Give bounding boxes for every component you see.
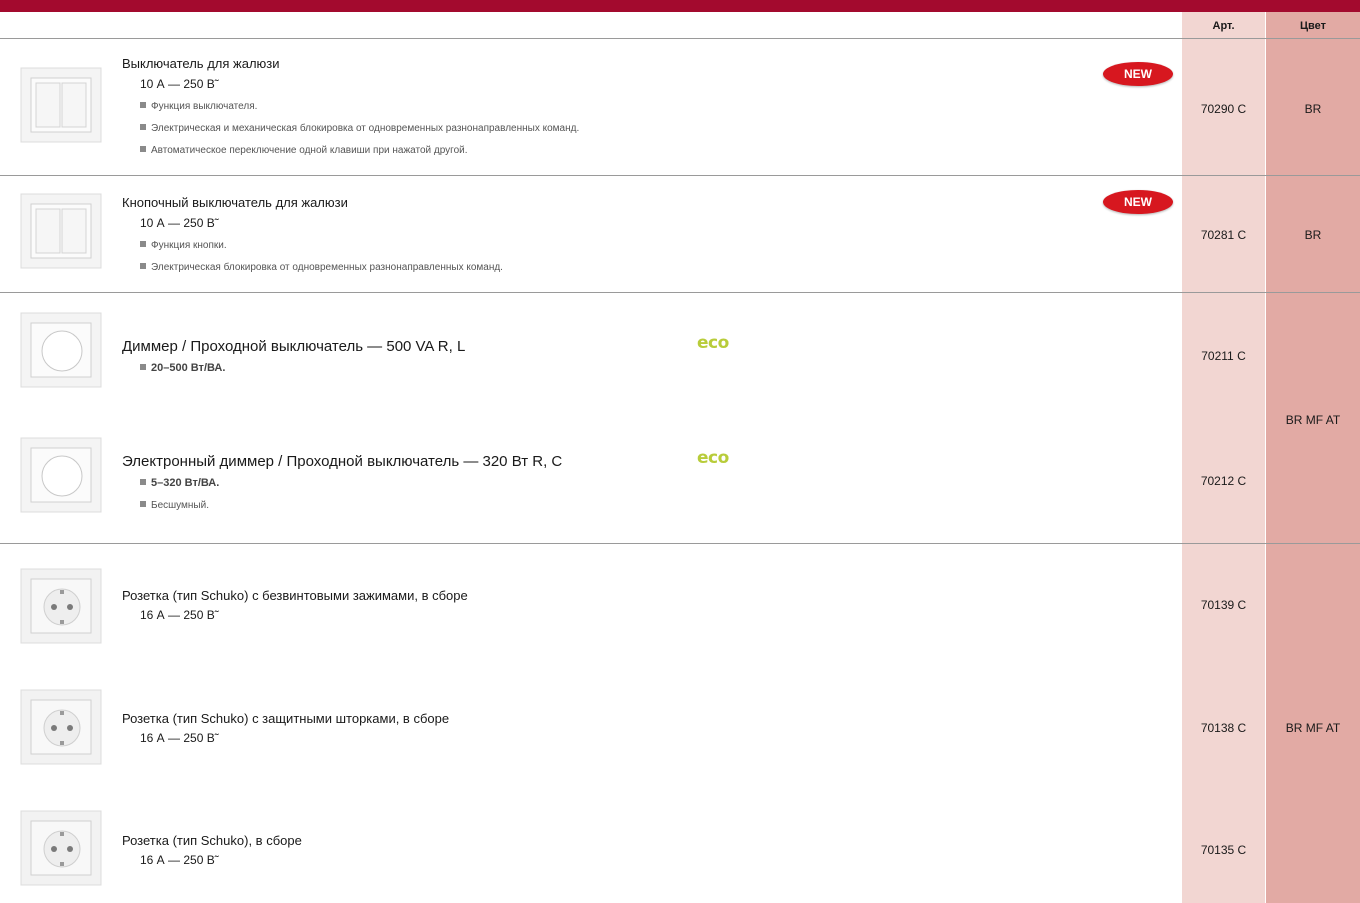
article-number: 70138 C (1200, 721, 1247, 735)
feature-bullet: Функция кнопки. (140, 240, 227, 251)
header-divider (0, 38, 1360, 39)
blind-switch-icon (20, 67, 102, 143)
product-rating: 10 А — 250 В˜ (140, 77, 219, 91)
feature-bullet: 20–500 Вт/ВА. (140, 362, 225, 374)
product-rating: 16 А — 250 В˜ (140, 608, 219, 622)
row-divider (0, 175, 1360, 176)
product-title: Розетка (тип Schuko) с защитными шторкам… (122, 711, 450, 726)
product-rating: 16 А — 250 В˜ (140, 731, 219, 745)
eco-badge: eco (697, 333, 729, 353)
color-code-group: BR MF AT (1285, 413, 1341, 427)
color-code: BR (1304, 102, 1322, 116)
product-title: Кнопочный выключатель для жалюзи (122, 195, 348, 210)
socket-icon (20, 689, 102, 765)
article-column-bg (1182, 12, 1265, 903)
product-title: Электронный диммер / Проходной выключате… (122, 453, 563, 470)
product-title: Диммер / Проходной выключатель — 500 VA … (122, 338, 466, 355)
article-number: 70211 C (1201, 349, 1246, 363)
eco-badge: eco (697, 448, 729, 468)
dimmer-icon (20, 437, 102, 513)
product-title: Розетка (тип Schuko) с безвинтовыми зажи… (122, 588, 468, 603)
article-number: 70281 C (1200, 228, 1247, 242)
new-badge: NEW (1103, 190, 1173, 214)
color-code-group: BR MF AT (1285, 721, 1341, 735)
socket-icon (20, 810, 102, 886)
article-number: 70139 C (1200, 598, 1247, 612)
new-badge: NEW (1103, 62, 1173, 86)
color-column-bg (1266, 12, 1360, 903)
feature-bullet: Автоматическое переключение одной клавиш… (140, 145, 468, 156)
pushbutton-switch-icon (20, 193, 102, 269)
feature-bullet: Электрическая блокировка от одновременны… (140, 262, 503, 273)
product-title: Выключатель для жалюзи (122, 56, 280, 71)
row-divider (0, 292, 1360, 293)
feature-bullet: Функция выключателя. (140, 101, 257, 112)
socket-icon (20, 568, 102, 644)
product-rating: 16 А — 250 В˜ (140, 853, 219, 867)
article-number: 70212 C (1200, 474, 1247, 488)
feature-bullet: Бесшумный. (140, 500, 209, 511)
color-header: Цвет (1299, 20, 1326, 32)
row-divider (0, 543, 1360, 544)
color-code: BR (1304, 228, 1322, 242)
feature-bullet: Электрическая и механическая блокировка … (140, 123, 579, 134)
dimmer-icon (20, 312, 102, 388)
product-title: Розетка (тип Schuko), в сборе (122, 833, 302, 848)
article-number: 70290 C (1200, 102, 1247, 116)
feature-bullet: 5–320 Вт/ВА. (140, 477, 219, 489)
article-number: 70135 C (1200, 843, 1247, 857)
article-header: Арт. (1212, 20, 1235, 32)
brand-top-bar (0, 0, 1360, 12)
product-rating: 10 А — 250 В˜ (140, 216, 219, 230)
